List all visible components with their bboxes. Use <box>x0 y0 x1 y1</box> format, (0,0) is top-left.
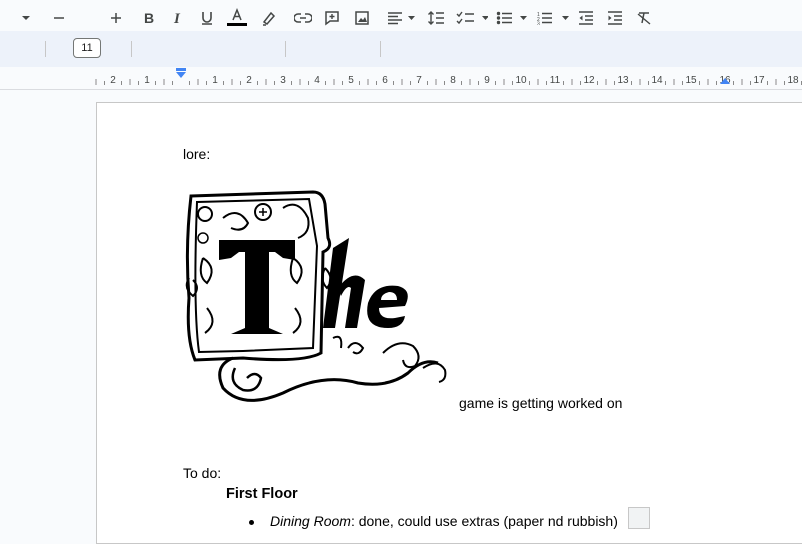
ruler-label: 5 <box>348 75 354 86</box>
numbered-list-icon[interactable]: 123 <box>536 0 570 36</box>
lore-label: lore: <box>183 146 211 162</box>
increase-indent-icon[interactable] <box>605 0 625 36</box>
list-item-note: : done, could use extras (paper nd rubbi… <box>350 513 618 529</box>
highlight-icon[interactable] <box>258 0 278 36</box>
image-caption: game is getting worked on <box>459 395 623 411</box>
list-item: Dining Room: done, could use extras (pap… <box>270 513 618 529</box>
toolbar-divider <box>285 41 286 57</box>
ruler-label: 12 <box>583 75 595 86</box>
ruler-label: 2 <box>110 75 116 86</box>
italic-icon[interactable]: I <box>168 0 188 36</box>
ruler-label: 18 <box>787 75 799 86</box>
ruler-label: 14 <box>651 75 663 86</box>
checklist-icon[interactable] <box>455 0 489 36</box>
ruler-label: 3 <box>280 75 286 86</box>
list-item-room: Dining Room <box>270 513 351 529</box>
first-floor-heading: First Floor <box>226 486 298 502</box>
ruler-label: 1 <box>144 75 150 86</box>
first-line-indent-marker <box>176 68 186 71</box>
align-icon[interactable] <box>386 0 416 36</box>
ruler-label: 6 <box>382 75 388 86</box>
line-spacing-icon[interactable] <box>426 0 446 36</box>
text-color-icon[interactable] <box>226 0 248 36</box>
ruler-label: 17 <box>753 75 765 86</box>
ruler-label: 10 <box>515 75 527 86</box>
formatting-toolbar <box>0 31 802 67</box>
bold-icon[interactable]: B <box>139 0 159 36</box>
decrease-font-icon[interactable] <box>50 0 68 36</box>
todo-label: To do: <box>183 465 222 481</box>
left-indent-marker <box>176 72 186 78</box>
clear-formatting-icon[interactable] <box>634 0 654 36</box>
decorative-the-image[interactable] <box>183 188 458 410</box>
insert-image-icon[interactable] <box>352 0 372 36</box>
underline-icon[interactable] <box>197 0 217 36</box>
toolbar-divider <box>380 41 381 57</box>
ruler-label: 9 <box>484 75 490 86</box>
decrease-indent-icon[interactable] <box>576 0 596 36</box>
ruler-label: 1 <box>212 75 218 86</box>
ruler-label: 13 <box>617 75 629 86</box>
ruler-scale: 21123456789101112131415161718 <box>95 68 802 86</box>
toolbar-divider <box>45 41 46 57</box>
link-icon[interactable] <box>293 0 313 36</box>
bulleted-list-icon[interactable] <box>495 0 529 36</box>
ruler-label: 2 <box>246 75 252 86</box>
toolbar-divider <box>131 41 132 57</box>
ruler[interactable]: 21123456789101112131415161718 <box>0 67 802 90</box>
ruler-label: 15 <box>685 75 697 86</box>
comment-handle[interactable] <box>628 507 650 529</box>
ruler-label: 4 <box>314 75 320 86</box>
svg-text:I: I <box>173 11 181 25</box>
style-dropdown-chevron-icon[interactable] <box>18 0 34 36</box>
svg-text:3: 3 <box>537 22 540 26</box>
increase-font-icon[interactable] <box>107 0 125 36</box>
ruler-label: 7 <box>416 75 422 86</box>
ruler-label: 8 <box>450 75 456 86</box>
font-size-input[interactable]: 11 <box>73 38 101 58</box>
svg-text:B: B <box>144 11 154 25</box>
add-comment-icon[interactable] <box>322 0 342 36</box>
ruler-label: 11 <box>550 75 561 86</box>
